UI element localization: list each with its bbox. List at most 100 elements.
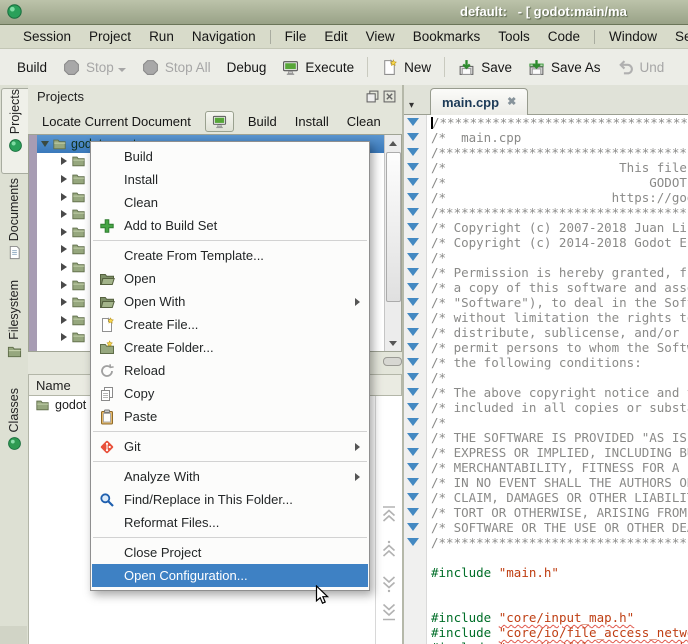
build-button[interactable]: Build	[9, 55, 55, 80]
chev-up-icon[interactable]	[379, 538, 399, 560]
context-menu-item-analyze-with[interactable]: Analyze With	[92, 465, 368, 488]
context-menu-item-copy[interactable]: Copy	[92, 382, 368, 405]
undo-button[interactable]: Und	[609, 54, 673, 81]
debug-button[interactable]: Debug	[219, 55, 275, 80]
editor-gutter	[404, 130, 427, 145]
context-menu-item-open-with[interactable]: Open With	[92, 290, 368, 313]
close-panel-icon[interactable]	[383, 90, 396, 103]
fold-marker-icon	[407, 478, 419, 486]
code-line: /* distribute, sublicense, and/or sell c…	[404, 325, 688, 340]
float-panel-icon[interactable]	[366, 90, 379, 103]
titlebar[interactable]: default: - [ godot:main/ma	[0, 0, 688, 25]
context-menu-item-reload[interactable]: Reload	[92, 359, 368, 382]
menu-icon-spacer	[98, 544, 116, 561]
menu-file[interactable]: File	[276, 26, 316, 47]
context-menu-item-open-configuration[interactable]: Open Configuration...	[92, 564, 368, 587]
menu-code[interactable]: Code	[539, 26, 589, 47]
submenu-arrow-icon	[355, 473, 360, 481]
context-menu-item-build[interactable]: Build	[92, 145, 368, 168]
context-menu-item-git[interactable]: Git	[92, 435, 368, 458]
tree-scrollbar[interactable]	[384, 135, 401, 351]
panel-clean-button[interactable]: Clean	[339, 111, 389, 132]
menu-session[interactable]: Session	[14, 26, 80, 47]
menu-icon-spacer	[98, 194, 116, 211]
execute-button[interactable]: Execute	[274, 54, 362, 81]
scrollbar-thumb[interactable]	[386, 152, 401, 302]
menu-edit[interactable]: Edit	[315, 26, 356, 47]
context-menu-item-create-file[interactable]: Create File...	[92, 313, 368, 336]
editor-gutter	[404, 205, 427, 220]
menu-view[interactable]: View	[357, 26, 404, 47]
panel-build-button[interactable]: Build	[240, 111, 285, 132]
editor-area: ▾ main.cpp ✖ /**************************…	[404, 85, 688, 644]
folder-icon	[35, 398, 50, 412]
save-button[interactable]: Save	[450, 54, 520, 81]
save-as-button[interactable]: Save As	[520, 54, 609, 81]
folder-icon	[71, 242, 86, 256]
locate-current-document-button[interactable]: Locate Current Document	[34, 111, 199, 132]
context-menu-item-add-to-build-set[interactable]: Add to Build Set	[92, 214, 368, 237]
dock-tab-filesystem[interactable]: Filesystem	[1, 280, 27, 378]
context-menu-item-create-folder[interactable]: Create Folder...	[92, 336, 368, 359]
expander-open-icon	[39, 141, 50, 147]
menu-run[interactable]: Run	[140, 26, 183, 47]
dock-tab-projects[interactable]: Projects	[1, 88, 28, 174]
stop-button[interactable]: Stop	[55, 54, 134, 81]
tab-overflow-icon[interactable]: ▾	[409, 101, 414, 111]
code-line	[404, 550, 688, 565]
editor-gutter	[404, 415, 427, 430]
menu-bookmarks[interactable]: Bookmarks	[404, 26, 490, 47]
folder-icon	[7, 344, 22, 359]
context-menu-item-open[interactable]: Open	[92, 267, 368, 290]
chev-down-icon[interactable]	[379, 573, 399, 595]
new-icon	[381, 59, 398, 76]
splitter-handle[interactable]	[383, 357, 402, 366]
editor-gutter	[404, 295, 427, 310]
kdevelop-window: default: - [ godot:main/ma SessionProjec…	[0, 0, 688, 644]
folder-icon	[71, 313, 86, 327]
context-menu-item-paste[interactable]: Paste	[92, 405, 368, 428]
chev-bottom-icon[interactable]	[379, 601, 399, 623]
code-line: #include "core/input_map.h"	[404, 610, 688, 625]
build-target-button[interactable]	[205, 111, 234, 132]
fold-marker-icon	[407, 493, 419, 501]
editor-gutter	[404, 310, 427, 325]
folder-icon	[71, 207, 86, 221]
editor-gutter	[404, 550, 427, 565]
scrollbar-down-icon[interactable]	[385, 335, 401, 351]
dock-tab-documents[interactable]: Documents	[1, 178, 27, 270]
context-menu-item-find-replace-in-this-folder[interactable]: Find/Replace in This Folder...	[92, 488, 368, 511]
code-line: /* MERCHANTABILITY, FITNESS FOR A PARTIC…	[404, 460, 688, 475]
scrollbar-up-icon[interactable]	[385, 135, 401, 151]
new-button[interactable]: New	[373, 54, 439, 81]
code-line: /* https://godotengine.org */	[404, 190, 688, 205]
dock-tab-label: Projects	[8, 89, 22, 134]
code-editor[interactable]: /***************************************…	[404, 115, 688, 644]
window-title: default: - [ godot:main/ma	[460, 4, 627, 19]
stop-all-button[interactable]: Stop All	[134, 54, 219, 81]
execute-label: Execute	[305, 60, 354, 75]
chev-top-icon[interactable]	[379, 503, 399, 525]
menu-project[interactable]: Project	[80, 26, 140, 47]
editor-gutter	[404, 610, 427, 625]
context-menu-item-reformat-files[interactable]: Reformat Files...	[92, 511, 368, 534]
save-label: Save	[481, 60, 512, 75]
context-menu-item-install[interactable]: Install	[92, 168, 368, 191]
menu-navigation[interactable]: Navigation	[183, 26, 265, 47]
debug-label: Debug	[227, 60, 267, 75]
tab-main-cpp[interactable]: main.cpp ✖	[430, 88, 528, 115]
context-menu-item-close-project[interactable]: Close Project	[92, 541, 368, 564]
menu-tools[interactable]: Tools	[489, 26, 539, 47]
context-menu-item-create-from-template[interactable]: Create From Template...	[92, 244, 368, 267]
close-tab-icon[interactable]: ✖	[507, 97, 516, 108]
save-icon	[458, 59, 475, 76]
menu-settings[interactable]: Settings	[666, 26, 688, 47]
panel-install-button[interactable]: Install	[287, 111, 337, 132]
menu-window[interactable]: Window	[600, 26, 666, 47]
context-menu-item-clean[interactable]: Clean	[92, 191, 368, 214]
code-line: /* THE SOFTWARE IS PROVIDED "AS IS", WIT…	[404, 430, 688, 445]
save-as-icon	[528, 59, 545, 76]
dock-tab-classes[interactable]: Classes	[1, 388, 27, 468]
fold-marker-icon	[407, 508, 419, 516]
stop-icon	[63, 59, 80, 76]
